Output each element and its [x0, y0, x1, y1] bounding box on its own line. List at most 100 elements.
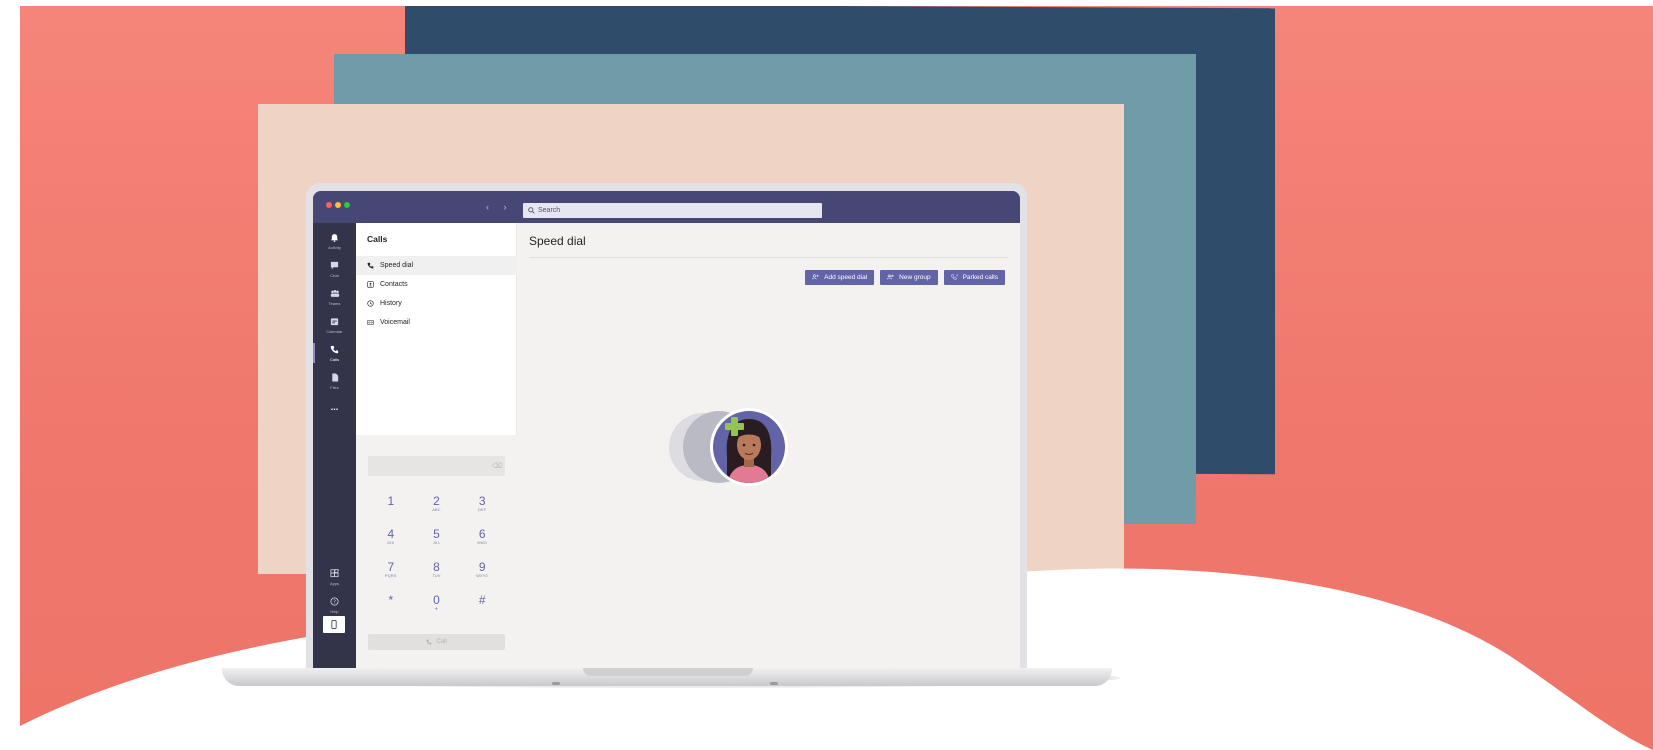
dial-key-7[interactable]: 7 PQRS	[368, 560, 414, 588]
app-rail: Activity Chat Teams Calendar Calls Files	[313, 223, 356, 668]
nav-item-history[interactable]: History	[356, 294, 517, 313]
laptop-foot	[770, 682, 778, 685]
add-speed-dial-label: Add speed dial	[824, 274, 868, 281]
calls-nav: Speed dial Contacts History Voicemail	[356, 256, 517, 332]
apps-icon	[330, 569, 340, 579]
rail-item-help[interactable]: ? Help	[313, 591, 356, 619]
nav-item-speed-dial[interactable]: Speed dial	[356, 256, 517, 275]
rail-item-more[interactable]: ...	[313, 393, 356, 421]
phone-icon	[330, 345, 340, 355]
rail-label: Calls	[330, 356, 339, 362]
keypad-grid: 1 2 ABC 3 DEF 4 GHI 5 JKL 6 MNO 7 PQRS 8 TUV 9W…	[368, 494, 505, 621]
key-digit: 1	[387, 494, 395, 508]
rail-label: Files	[330, 384, 339, 390]
device-button[interactable]	[323, 616, 345, 633]
svg-text:P: P	[956, 274, 957, 277]
page-title: Speed dial	[529, 234, 586, 248]
dial-number-input[interactable]: ⌫	[368, 456, 505, 476]
add-group-icon	[887, 274, 895, 282]
key-letters: MNO	[477, 541, 487, 545]
back-forward-arrows[interactable]: ‹ ›	[486, 202, 513, 212]
bell-icon	[330, 233, 340, 243]
key-letters: ABC	[432, 508, 441, 512]
chat-icon	[330, 261, 340, 271]
rail-item-apps[interactable]: Apps	[313, 563, 356, 591]
dial-key-1[interactable]: 1	[368, 494, 414, 522]
key-digit: #	[478, 593, 486, 607]
nav-item-voicemail[interactable]: Voicemail	[356, 313, 517, 332]
key-digit: 9	[478, 560, 486, 574]
key-letters: GHI	[387, 541, 395, 545]
backspace-icon[interactable]: ⌫	[492, 462, 502, 470]
dial-key-4[interactable]: 4 GHI	[368, 527, 414, 555]
title-divider	[529, 257, 1008, 258]
more-icon: ...	[330, 402, 339, 412]
rail-label: Help	[330, 608, 339, 614]
calls-title: Calls	[367, 234, 388, 244]
voicemail-icon	[367, 319, 374, 326]
rail-item-calendar[interactable]: Calendar	[313, 311, 356, 339]
phone-icon	[367, 262, 374, 269]
new-group-button[interactable]: New group	[880, 270, 938, 285]
rail-label: Teams	[328, 300, 341, 306]
dial-key-2[interactable]: 2 ABC	[414, 494, 460, 522]
key-digit: 8	[433, 560, 440, 574]
dial-key-0[interactable]: 0 +	[414, 593, 460, 621]
nav-label: Contacts	[380, 281, 408, 288]
key-letters: WXYZ	[476, 574, 489, 578]
key-digit: 6	[478, 527, 486, 541]
parked-call-icon: P	[950, 273, 958, 282]
key-digit: 0	[433, 593, 440, 607]
dial-key-8[interactable]: 8 TUV	[414, 560, 460, 588]
rail-item-chat[interactable]: Chat	[313, 255, 356, 283]
phone-icon	[426, 639, 432, 645]
new-group-label: New group	[899, 274, 931, 281]
nav-label: Voicemail	[380, 319, 410, 326]
calls-panel: Calls Speed dial Contacts History Voicem…	[356, 223, 517, 668]
nav-label: History	[380, 300, 402, 307]
rail-label: Apps	[329, 580, 340, 586]
dial-key-hash[interactable]: #	[459, 593, 505, 621]
maximize-window-dot[interactable]	[344, 202, 350, 208]
search-icon	[528, 207, 535, 214]
rail-item-files[interactable]: Files	[313, 367, 356, 395]
mobile-device-icon	[331, 620, 337, 629]
dial-key-star[interactable]: *	[368, 593, 414, 621]
key-digit: 3	[478, 494, 486, 508]
empty-speed-dial-illustration	[669, 408, 788, 486]
rail-item-calls[interactable]: Calls	[313, 339, 356, 367]
dial-key-9[interactable]: 9 WXYZ	[459, 560, 505, 588]
key-letters: +	[434, 607, 439, 613]
key-digit: *	[388, 593, 394, 607]
title-bar: ‹ › Search	[313, 191, 1020, 223]
rail-item-teams[interactable]: Teams	[313, 283, 356, 311]
minimize-window-dot[interactable]	[335, 202, 341, 208]
nav-item-contacts[interactable]: Contacts	[356, 275, 517, 294]
call-button-label: Call	[436, 639, 447, 645]
rail-label: Calendar	[326, 328, 343, 334]
call-button[interactable]: Call	[368, 634, 505, 650]
clock-icon	[367, 300, 374, 307]
close-window-dot[interactable]	[326, 202, 332, 208]
laptop-foot	[552, 682, 560, 685]
dial-key-6[interactable]: 6 MNO	[459, 527, 505, 555]
key-letters: TUV	[432, 574, 441, 578]
dial-key-5[interactable]: 5 JKL	[414, 527, 460, 555]
key-digit: 2	[433, 494, 440, 508]
search-placeholder: Search	[538, 207, 561, 214]
key-letters: DEF	[478, 508, 487, 512]
rail-item-activity[interactable]: Activity	[313, 227, 356, 255]
add-speed-dial-button[interactable]: Add speed dial	[805, 270, 875, 285]
speed-dial-actions: Add speed dial New group P Parked calls	[805, 270, 1005, 285]
key-letters: PQRS	[385, 574, 397, 578]
parked-calls-button[interactable]: P Parked calls	[943, 270, 1005, 285]
key-digit: 4	[387, 527, 395, 541]
search-input[interactable]: Search	[523, 203, 822, 218]
dial-key-3[interactable]: 3 DEF	[459, 494, 505, 522]
parked-calls-label: Parked calls	[962, 274, 998, 281]
key-digit: 7	[387, 560, 395, 574]
teams-icon	[330, 289, 340, 299]
help-icon: ?	[330, 597, 340, 607]
svg-text:?: ?	[333, 599, 336, 605]
speed-dial-main: Speed dial Add speed dial New group P Pa…	[517, 223, 1020, 668]
